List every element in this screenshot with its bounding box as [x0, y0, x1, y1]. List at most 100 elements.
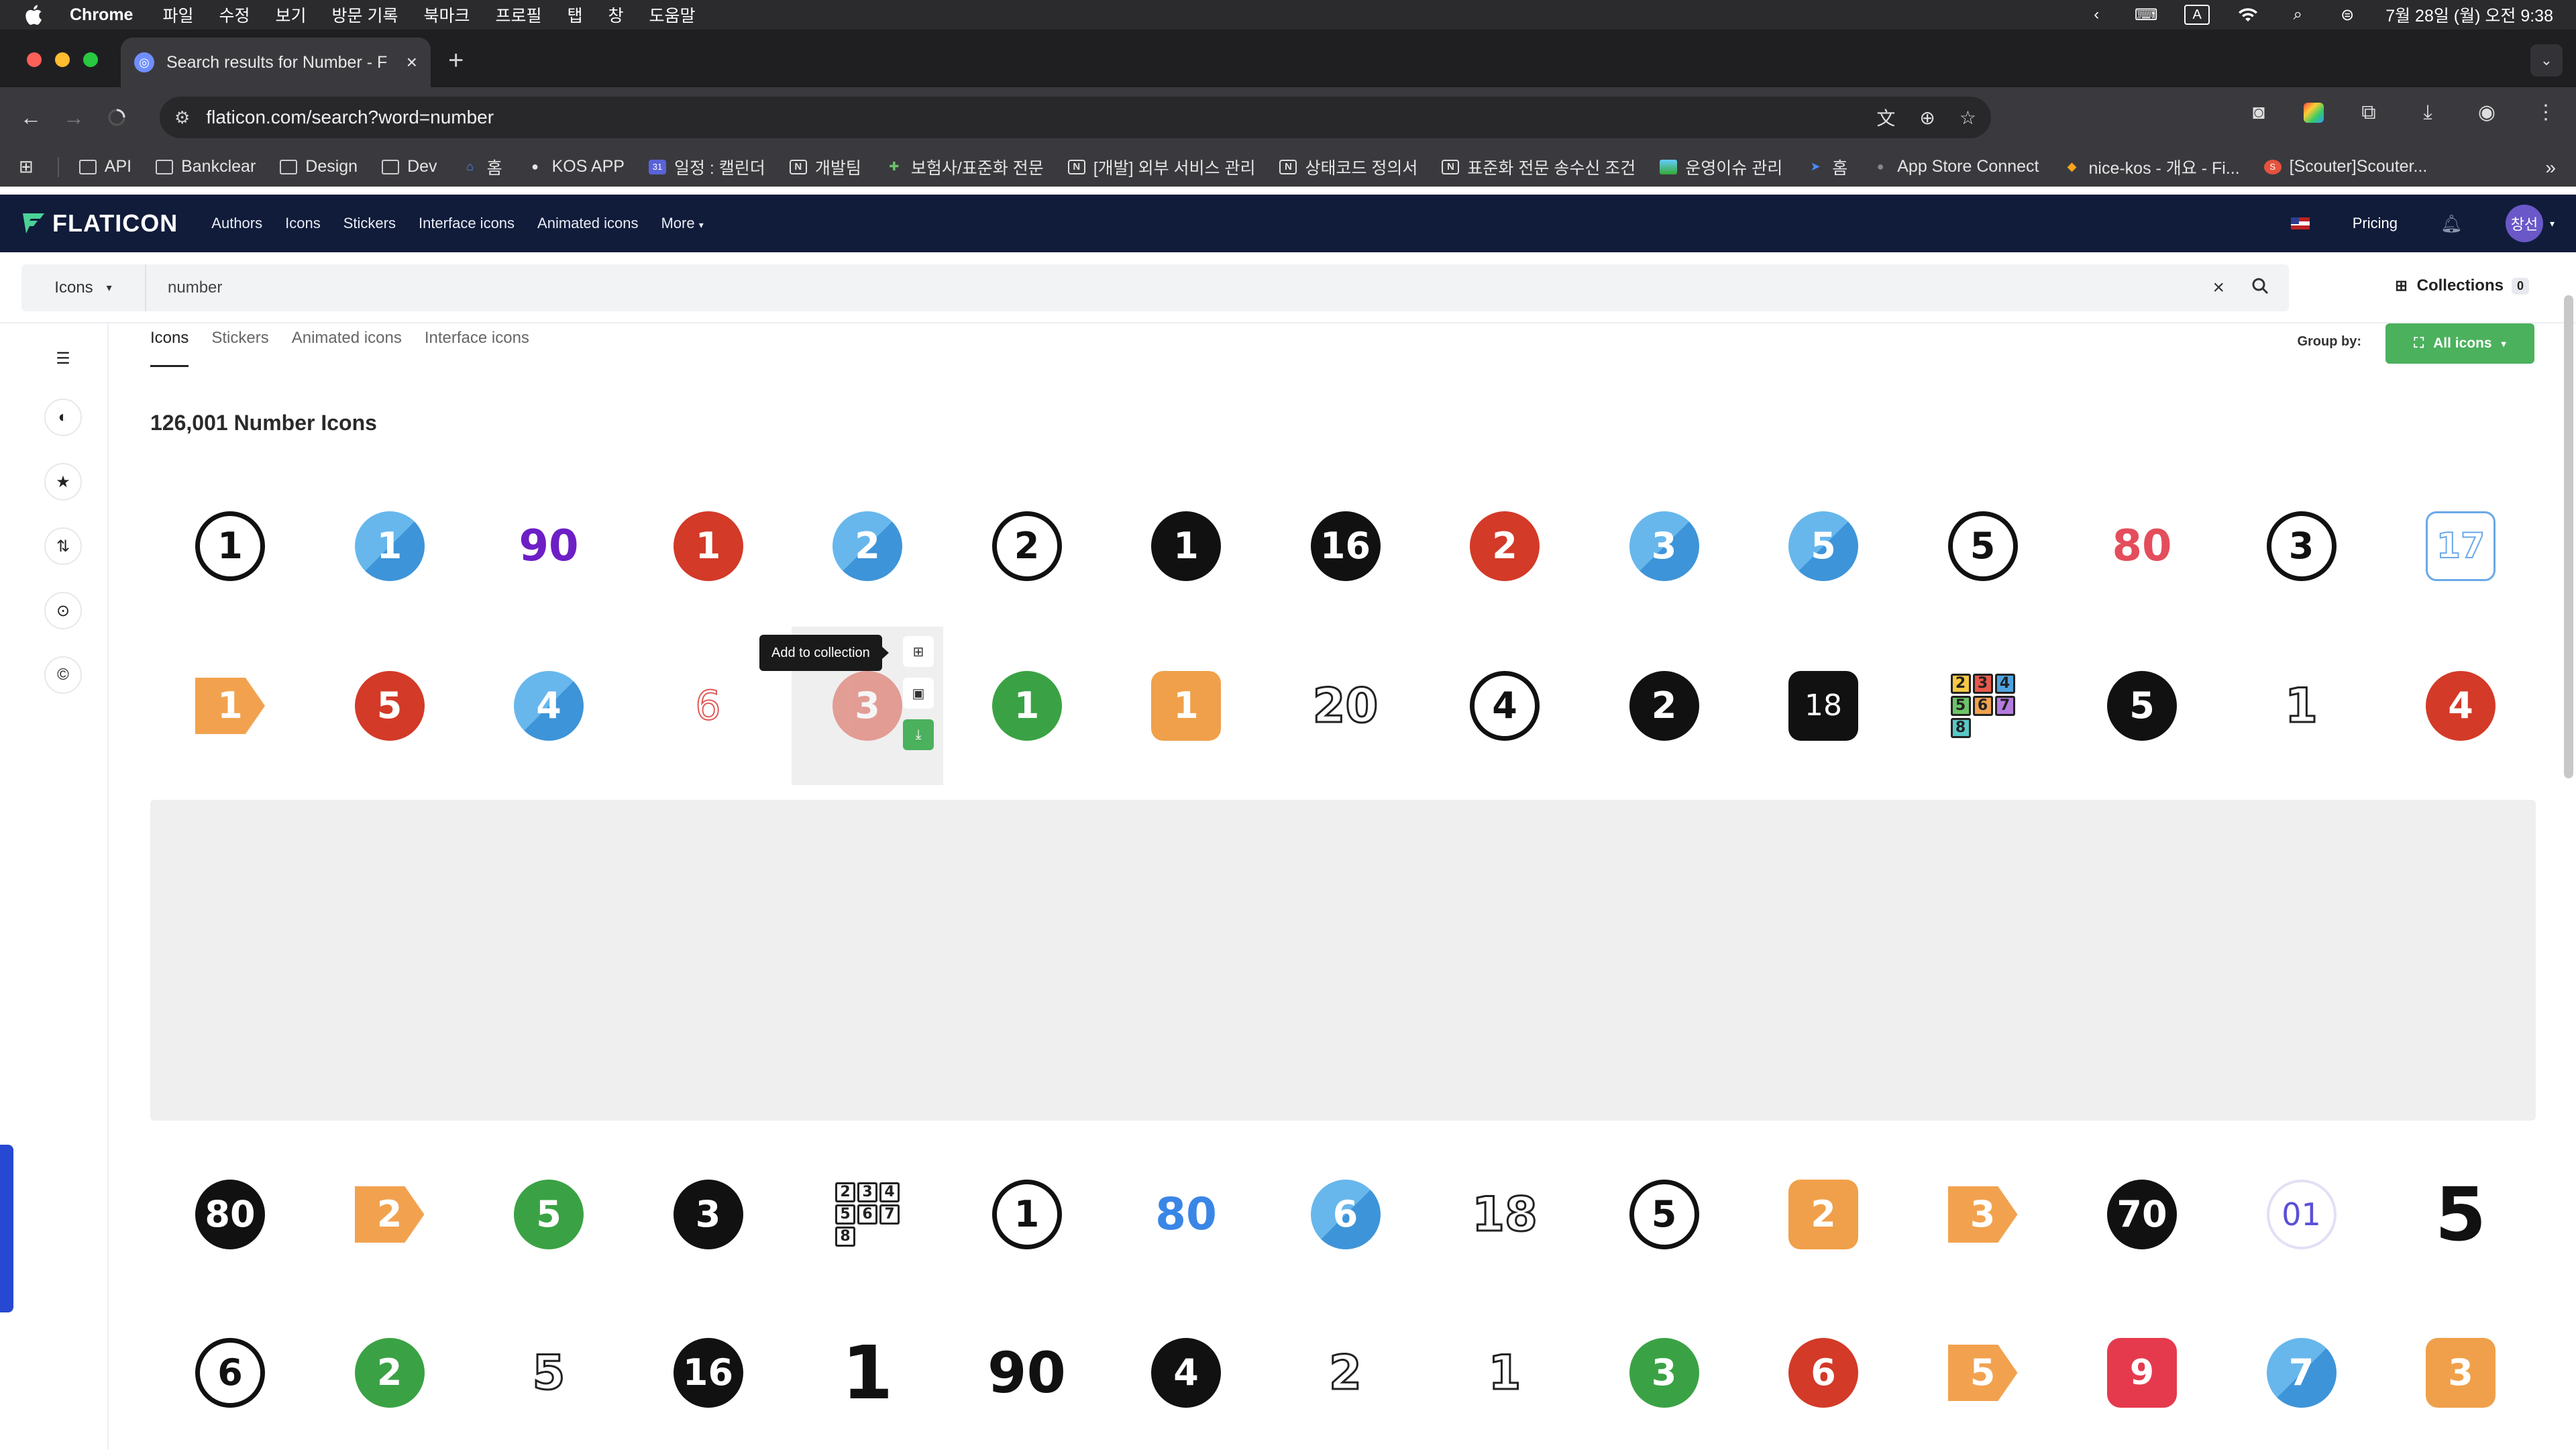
icon-result-card[interactable]: 2 [1429, 467, 1580, 625]
pricing-link[interactable]: Pricing [2353, 215, 2398, 232]
icon-result-card[interactable]: 1 [951, 1135, 1103, 1294]
icon-result-card[interactable]: 3 [2226, 467, 2377, 625]
nav-interface-icons[interactable]: Interface icons [419, 215, 515, 232]
bookmark-item[interactable]: Dev [382, 157, 437, 176]
menu-file[interactable]: 파일 [162, 3, 193, 27]
icon-result-card[interactable]: 5 [1907, 1294, 2059, 1452]
icon-result-card[interactable]: 2 [314, 1135, 466, 1294]
icon-result-card[interactable]: 18 [1429, 1135, 1580, 1294]
bookmark-item[interactable]: ● App Store Connect [1872, 157, 2039, 176]
page-scrollbar[interactable] [2564, 295, 2573, 778]
license-copyright-icon[interactable]: © [44, 656, 82, 694]
menu-window[interactable]: 창 [608, 3, 624, 27]
icon-result-card[interactable]: 2 [1589, 627, 1740, 785]
window-minimize-button[interactable] [55, 52, 70, 67]
icon-result-card[interactable]: 80 [2066, 467, 2218, 625]
edit-icon-button[interactable]: ▣ [903, 678, 934, 709]
icon-result-card[interactable]: 5 [314, 627, 466, 785]
bookmark-star-icon[interactable]: ☆ [1960, 107, 1976, 129]
tab-icons[interactable]: Icons [150, 329, 189, 367]
icon-result-card[interactable]: 9 [2066, 1294, 2218, 1452]
group-by-select[interactable]: ⛶ All icons ▾ [2385, 323, 2534, 364]
icon-result-card[interactable]: 1 [2226, 627, 2377, 785]
us-flag-icon[interactable] [2290, 217, 2310, 229]
icon-result-card[interactable]: 80 [154, 1135, 306, 1294]
icon-result-card[interactable]: 1 [633, 467, 784, 625]
site-info-icon[interactable]: ⚙ [174, 107, 190, 128]
icon-result-card[interactable]: 1 [1429, 1294, 1580, 1452]
nav-more[interactable]: More ▾ [661, 215, 703, 232]
menu-profiles[interactable]: 프로필 [495, 3, 541, 27]
icon-result-card[interactable]: 90 [473, 467, 625, 625]
wifi-icon[interactable] [2237, 5, 2259, 24]
icon-result-card[interactable]: 7 [2226, 1294, 2377, 1452]
icon-result-card[interactable]: 1 [154, 627, 306, 785]
user-menu[interactable]: 창선 ▾ [2505, 205, 2555, 242]
clear-search-icon[interactable]: × [2212, 276, 2224, 299]
icon-result-card[interactable]: 3 [1589, 1294, 1740, 1452]
bookmark-item[interactable]: 31 일정 : 캘린더 [648, 155, 765, 179]
bookmark-item[interactable]: ◆ nice-kos - 개요 - Fi... [2063, 155, 2240, 179]
flaticon-logo[interactable]: FLATICON [21, 209, 178, 238]
download-icon[interactable]: ⤓ [2414, 101, 2442, 124]
extensions-puzzle-icon[interactable]: ⧉ [2355, 101, 2383, 124]
menu-view[interactable]: 보기 [276, 3, 307, 27]
icon-result-card[interactable]: 2 [1748, 1135, 1899, 1294]
icon-result-card[interactable]: 5 [1589, 1135, 1740, 1294]
search-input[interactable] [146, 278, 2213, 297]
nav-icons[interactable]: Icons [285, 215, 321, 232]
control-center-icon[interactable]: ⊜ [2336, 5, 2359, 24]
icon-result-card[interactable]: 1 [154, 467, 306, 625]
bookmark-item[interactable]: ➤ 홈 [1807, 155, 1848, 179]
window-close-button[interactable] [27, 52, 42, 67]
nav-animated-icons[interactable]: Animated icons [537, 215, 638, 232]
bookmark-item[interactable]: N 상태코드 정의서 [1279, 155, 1417, 179]
icon-result-card[interactable]: 3 [2385, 1294, 2536, 1452]
icon-result-card[interactable]: 01 [2226, 1135, 2377, 1294]
search-icon[interactable] [2251, 277, 2269, 299]
menu-help[interactable]: 도움말 [649, 3, 696, 27]
keyboard-icon[interactable]: ⌨ [2135, 5, 2158, 24]
bookmark-item[interactable]: ● KOS APP [527, 157, 625, 176]
icon-result-card[interactable]: 1 [951, 627, 1103, 785]
bookmark-item[interactable]: 운영이슈 관리 [1660, 155, 1782, 179]
chevron-left-icon[interactable]: ‹ [2085, 5, 2108, 24]
icon-result-card[interactable]: 5 [473, 1294, 625, 1452]
menu-history[interactable]: 방문 기록 [332, 3, 398, 27]
apple-menu-icon[interactable] [23, 3, 43, 26]
icon-result-card[interactable]: 4 [473, 627, 625, 785]
collections-button[interactable]: ⊞ Collections 0 [2395, 276, 2529, 295]
color-extension-icon[interactable] [2304, 102, 2324, 123]
window-zoom-button[interactable] [83, 52, 98, 67]
nav-stickers[interactable]: Stickers [343, 215, 396, 232]
icon-result-card[interactable]: 70 [2066, 1135, 2218, 1294]
icon-result-card[interactable]: 5 [1748, 467, 1899, 625]
shape-crosshair-icon[interactable]: ⊙ [44, 592, 82, 629]
address-url[interactable]: flaticon.com/search?word=number [206, 107, 1852, 128]
side-drawer-tab[interactable] [0, 1145, 13, 1312]
add-to-collection-icon[interactable]: ⊞ [903, 636, 934, 667]
icon-result-card[interactable]: 1 [314, 467, 466, 625]
new-tab-plus-icon[interactable]: + [448, 46, 464, 76]
icon-result-card[interactable]: 6 [154, 1294, 306, 1452]
bookmark-item[interactable]: API [78, 157, 131, 176]
tab-interface-icons[interactable]: Interface icons [425, 329, 529, 367]
icon-result-card[interactable]: 90 [951, 1294, 1103, 1452]
icon-result-card[interactable]: 16 [633, 1294, 784, 1452]
icon-result-card[interactable]: 3 [633, 1135, 784, 1294]
icon-result-card[interactable]: 6 [1748, 1294, 1899, 1452]
icon-result-card[interactable]: 1 [792, 1294, 943, 1452]
tab-animated-icons[interactable]: Animated icons [292, 329, 402, 367]
profile-icon[interactable]: ◉ [2473, 101, 2501, 124]
back-arrow-icon[interactable]: ← [16, 103, 46, 132]
apps-grid-icon[interactable]: ⊞ [19, 156, 34, 177]
icon-result-card[interactable]: 2 [951, 467, 1103, 625]
icon-result-card[interactable]: 5 [2066, 627, 2218, 785]
icon-result-card[interactable]: 20 [1270, 627, 1421, 785]
tab-close-icon[interactable]: × [407, 52, 417, 73]
icon-result-card[interactable]: 4 [1429, 627, 1580, 785]
bookmarks-overflow-icon[interactable]: » [2545, 157, 2556, 178]
filters-sliders-icon[interactable]: ☰ [44, 340, 82, 377]
icon-result-card[interactable]: 5 [1907, 467, 2059, 625]
bookmark-item[interactable]: N 개발팀 [789, 155, 861, 179]
